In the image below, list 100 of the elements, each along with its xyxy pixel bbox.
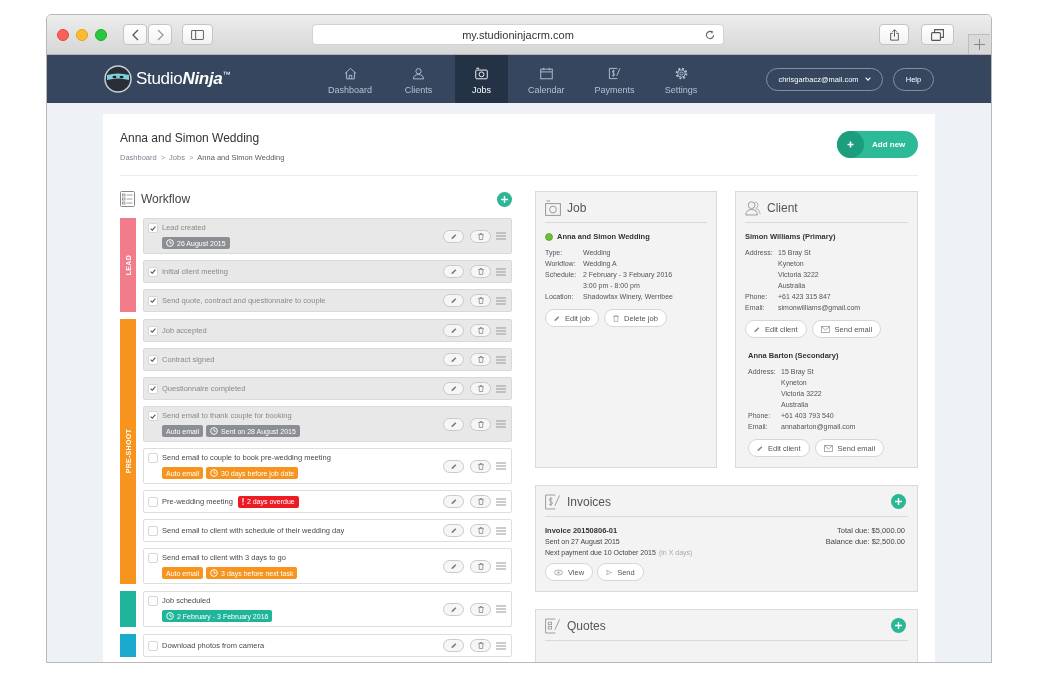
delete-button[interactable] (470, 265, 491, 278)
drag-handle-icon[interactable] (496, 462, 506, 470)
drag-handle-icon[interactable] (496, 232, 506, 240)
edit-button[interactable] (443, 602, 464, 616)
checkbox[interactable] (148, 453, 158, 463)
delete-button[interactable] (470, 495, 491, 508)
edit-button[interactable] (443, 559, 464, 573)
edit-button[interactable] (443, 324, 464, 337)
delete-button[interactable] (470, 559, 491, 573)
pencil-icon (450, 462, 457, 470)
checkbox[interactable] (148, 266, 158, 277)
edit-button[interactable] (443, 524, 464, 537)
delete-button[interactable] (470, 229, 491, 243)
share-button[interactable] (879, 24, 909, 45)
delete-button[interactable] (470, 417, 491, 431)
pencil-icon (450, 268, 457, 275)
plus-icon (501, 195, 508, 203)
add-button[interactable] (497, 191, 512, 207)
sidebar-button[interactable] (182, 24, 213, 45)
checkbox[interactable] (148, 223, 158, 233)
home-icon (343, 66, 357, 80)
checkbox[interactable] (148, 325, 158, 336)
check-icon (150, 357, 156, 362)
checkbox[interactable] (148, 295, 158, 306)
close-icon[interactable] (57, 28, 69, 41)
delete-button[interactable] (470, 324, 491, 337)
pencil-icon (554, 314, 560, 322)
forward-button[interactable] (148, 24, 172, 45)
edit-button[interactable] (443, 495, 464, 508)
drag-handle-icon[interactable] (496, 326, 506, 335)
edit-button[interactable] (443, 382, 464, 395)
drag-handle-icon[interactable] (496, 605, 506, 613)
edit-button[interactable] (443, 353, 464, 366)
checkbox[interactable] (148, 496, 158, 507)
tabs-button[interactable] (921, 24, 954, 45)
checklist-icon (120, 191, 135, 207)
address-field[interactable]: my.studioninjacrm.com (312, 24, 724, 45)
drag-handle-icon[interactable] (496, 384, 506, 393)
checkbox[interactable] (148, 640, 158, 651)
checkbox[interactable] (148, 553, 158, 563)
drag-handle-icon[interactable] (496, 296, 506, 305)
edit-button[interactable] (443, 639, 464, 652)
edit-button[interactable] (443, 294, 464, 307)
nav-tab[interactable]: Dashboard (318, 55, 383, 103)
drag-handle-icon[interactable] (496, 267, 506, 276)
pencil-icon (754, 325, 760, 333)
drag-handle-icon[interactable] (496, 420, 506, 428)
panel-title: Client (767, 200, 798, 215)
trash-icon (477, 268, 484, 275)
checkbox[interactable] (148, 383, 158, 394)
drag-handle-icon[interactable] (496, 562, 506, 570)
nav-tab[interactable]: Settings (654, 55, 708, 103)
drag-handle-icon[interactable] (496, 497, 506, 506)
delete-button[interactable] (470, 524, 491, 537)
nav-tab[interactable]: Clients (392, 55, 446, 103)
delete-button[interactable] (470, 639, 491, 652)
pencil-icon (450, 642, 457, 649)
add-button[interactable] (891, 618, 906, 633)
check-icon (150, 413, 156, 419)
ninja-logo-icon[interactable] (104, 65, 132, 93)
drag-handle-icon[interactable] (496, 526, 506, 535)
logo-text[interactable]: StudioNinja$^{™}$ (136, 69, 231, 89)
checkbox[interactable] (148, 411, 158, 421)
delete-button[interactable] (470, 294, 491, 307)
tabs-icon (931, 28, 944, 41)
nav-tab[interactable]: Jobs (455, 55, 509, 103)
edit-button[interactable] (443, 417, 464, 431)
envelope-icon (820, 325, 830, 333)
back-button[interactable] (123, 24, 147, 45)
plus-icon (837, 131, 864, 158)
trash-icon (477, 327, 484, 334)
pencil-icon (450, 327, 457, 334)
delete-button[interactable] (470, 459, 491, 473)
drag-handle-icon[interactable] (496, 355, 506, 364)
trash-icon (477, 420, 484, 428)
trash-icon (477, 527, 484, 534)
calendar-icon (539, 66, 553, 80)
delete-button[interactable] (470, 602, 491, 616)
pencil-icon (757, 444, 763, 452)
nav-tab[interactable]: Payments (584, 55, 645, 103)
trash-icon (477, 356, 484, 363)
maximize-icon[interactable] (95, 28, 107, 41)
trash-icon (477, 462, 484, 470)
edit-button[interactable] (443, 459, 464, 473)
panel-title: Quotes (567, 618, 606, 633)
eye-icon (554, 568, 563, 576)
minimize-icon[interactable] (76, 28, 88, 41)
checkbox[interactable] (148, 354, 158, 365)
delete-button[interactable] (470, 382, 491, 395)
delete-button[interactable] (470, 353, 491, 366)
edit-button[interactable] (443, 265, 464, 278)
nav-tab[interactable]: Calendar (518, 55, 575, 103)
reload-icon[interactable] (705, 30, 715, 40)
checkbox[interactable] (148, 596, 158, 606)
checkbox[interactable] (148, 525, 158, 536)
pencil-icon (450, 385, 457, 392)
add-button[interactable] (891, 494, 906, 509)
new-tab-button[interactable] (968, 34, 990, 54)
drag-handle-icon[interactable] (496, 641, 506, 650)
edit-button[interactable] (443, 229, 464, 243)
